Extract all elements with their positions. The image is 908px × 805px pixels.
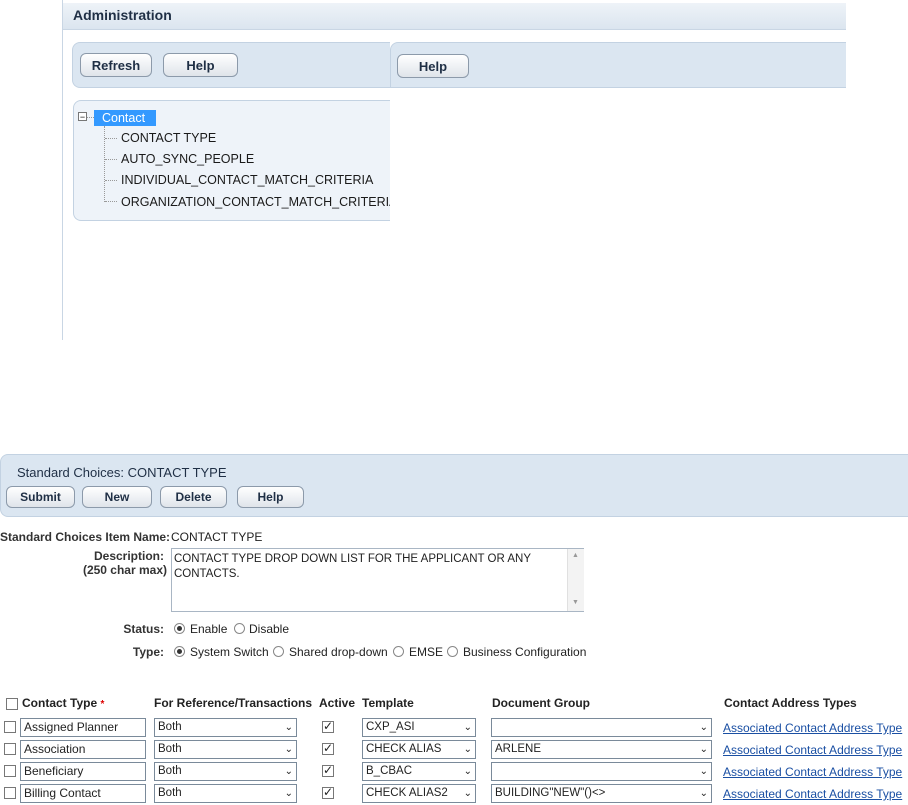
chevron-down-icon: ⌄ bbox=[463, 744, 472, 755]
type-system-switch-label: System Switch bbox=[190, 645, 269, 659]
page-title: Administration bbox=[73, 7, 172, 23]
for-reference-select[interactable]: Both ⌄ bbox=[154, 718, 297, 737]
type-shared-dropdown-label: Shared drop-down bbox=[289, 645, 388, 659]
active-checkbox[interactable] bbox=[322, 741, 334, 755]
template-select[interactable]: B_CBAC ⌄ bbox=[362, 762, 476, 781]
chevron-down-icon: ⌄ bbox=[284, 766, 293, 777]
column-header-contact-address-types: Contact Address Types bbox=[724, 696, 857, 710]
active-checkbox[interactable] bbox=[322, 763, 334, 777]
row-checkbox[interactable] bbox=[4, 743, 16, 755]
document-group-select[interactable]: ⌄ bbox=[491, 718, 712, 737]
column-header-contact-type: Contact Type * bbox=[22, 696, 105, 710]
help-button[interactable]: Help bbox=[237, 486, 304, 508]
document-group-select[interactable]: ARLENE ⌄ bbox=[491, 740, 712, 759]
chevron-down-icon: ⌄ bbox=[463, 722, 472, 733]
tree-connector bbox=[105, 180, 117, 181]
associated-address-type-link[interactable]: Associated Contact Address Type bbox=[723, 721, 902, 735]
tree-node-auto-sync-people[interactable]: AUTO_SYNC_PEOPLE bbox=[121, 152, 254, 166]
chevron-down-icon: ⌄ bbox=[699, 788, 708, 799]
select-all-checkbox[interactable] bbox=[6, 698, 18, 710]
associated-address-type-link[interactable]: Associated Contact Address Type bbox=[723, 787, 902, 801]
row-checkbox[interactable] bbox=[4, 765, 16, 777]
contact-type-input[interactable]: Association bbox=[20, 740, 146, 759]
for-reference-select[interactable]: Both ⌄ bbox=[154, 784, 297, 803]
delete-button[interactable]: Delete bbox=[160, 486, 227, 508]
document-group-select[interactable]: ⌄ bbox=[491, 762, 712, 781]
tree-node-contact[interactable]: Contact bbox=[94, 110, 156, 126]
status-label: Status: bbox=[123, 622, 164, 636]
contact-type-input[interactable]: Beneficiary bbox=[20, 762, 146, 781]
chevron-down-icon: ⌄ bbox=[699, 766, 708, 777]
status-enable-radio[interactable] bbox=[174, 623, 185, 634]
description-textarea[interactable]: CONTACT TYPE DROP DOWN LIST FOR THE APPL… bbox=[171, 548, 584, 612]
tree-node-individual-match[interactable]: INDIVIDUAL_CONTACT_MATCH_CRITERIA bbox=[121, 173, 373, 187]
status-enable-label: Enable bbox=[190, 622, 228, 636]
type-business-config-label: Business Configuration bbox=[463, 645, 587, 659]
type-business-config-radio[interactable] bbox=[447, 646, 458, 657]
description-label: Description: bbox=[93, 549, 164, 563]
status-disable-radio[interactable] bbox=[234, 623, 245, 634]
chevron-down-icon: ⌄ bbox=[463, 788, 472, 799]
active-checkbox[interactable] bbox=[322, 785, 334, 799]
chevron-down-icon: ⌄ bbox=[699, 744, 708, 755]
administration-header bbox=[63, 3, 846, 30]
for-reference-select[interactable]: Both ⌄ bbox=[154, 762, 297, 781]
template-select[interactable]: CHECK ALIAS ⌄ bbox=[362, 740, 476, 759]
scroll-down-icon[interactable]: ▼ bbox=[572, 599, 579, 606]
item-name-label: Standard Choices Item Name: bbox=[0, 530, 171, 544]
column-header-active: Active bbox=[319, 696, 356, 710]
chevron-down-icon: ⌄ bbox=[463, 766, 472, 777]
submit-button[interactable]: Submit bbox=[6, 486, 75, 508]
contact-type-input[interactable]: Billing Contact bbox=[20, 784, 146, 803]
tree-node-organization-match[interactable]: ORGANIZATION_CONTACT_MATCH_CRITERIA bbox=[121, 195, 390, 209]
chevron-down-icon: ⌄ bbox=[284, 744, 293, 755]
help-button-right[interactable]: Help bbox=[397, 54, 469, 78]
tree-connector bbox=[105, 201, 117, 202]
tree-connector bbox=[105, 138, 117, 139]
tree-node-contact-type[interactable]: CONTACT TYPE bbox=[121, 131, 216, 145]
chevron-down-icon: ⌄ bbox=[284, 788, 293, 799]
new-button[interactable]: New bbox=[82, 486, 152, 508]
column-header-for-reference: For Reference/Transactions bbox=[154, 696, 313, 710]
row-checkbox[interactable] bbox=[4, 721, 16, 733]
for-reference-select[interactable]: Both ⌄ bbox=[154, 740, 297, 759]
active-checkbox[interactable] bbox=[322, 719, 334, 733]
row-checkbox[interactable] bbox=[4, 787, 16, 799]
column-header-document-group: Document Group bbox=[492, 696, 590, 710]
description-scrollbar[interactable]: ▲ ▼ bbox=[567, 549, 584, 611]
tree-connector bbox=[87, 117, 94, 118]
type-system-switch-radio[interactable] bbox=[174, 646, 185, 657]
template-select[interactable]: CXP_ASI ⌄ bbox=[362, 718, 476, 737]
associated-address-type-link[interactable]: Associated Contact Address Type bbox=[723, 765, 902, 779]
chevron-down-icon: ⌄ bbox=[284, 722, 293, 733]
collapse-icon[interactable]: − bbox=[78, 112, 87, 122]
scroll-up-icon[interactable]: ▲ bbox=[572, 552, 579, 559]
refresh-button[interactable]: Refresh bbox=[80, 53, 152, 77]
type-shared-dropdown-radio[interactable] bbox=[273, 646, 284, 657]
type-label: Type: bbox=[132, 645, 164, 659]
description-hint: (250 char max) bbox=[82, 563, 167, 577]
item-name-value: CONTACT TYPE bbox=[171, 530, 263, 544]
chevron-down-icon: ⌄ bbox=[699, 722, 708, 733]
standard-choices-title: Standard Choices: CONTACT TYPE bbox=[17, 465, 227, 480]
associated-address-type-link[interactable]: Associated Contact Address Type bbox=[723, 743, 902, 757]
tree-connector bbox=[105, 159, 117, 160]
column-header-template: Template bbox=[362, 696, 414, 710]
document-group-select[interactable]: BUILDING"NEW"()<> ⌄ bbox=[491, 784, 712, 803]
required-marker: * bbox=[100, 699, 105, 710]
help-button-left[interactable]: Help bbox=[163, 53, 238, 77]
contact-type-input[interactable]: Assigned Planner bbox=[20, 718, 146, 737]
type-emse-label: EMSE bbox=[409, 645, 444, 659]
template-select[interactable]: CHECK ALIAS2 ⌄ bbox=[362, 784, 476, 803]
type-emse-radio[interactable] bbox=[393, 646, 404, 657]
status-disable-label: Disable bbox=[249, 622, 290, 636]
